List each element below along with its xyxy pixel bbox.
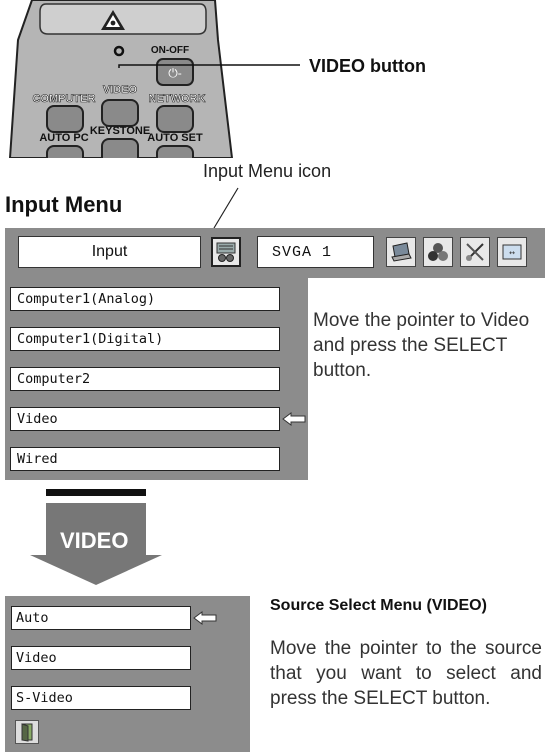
computer-button[interactable] (46, 105, 84, 133)
input-item-computer2[interactable]: Computer2 (10, 367, 280, 391)
source-item-auto[interactable]: Auto (11, 606, 191, 630)
source-item-video[interactable]: Video (11, 646, 191, 670)
display-mode-box: SVGA 1 (257, 236, 374, 268)
input-menu-title: Input Menu (5, 192, 123, 217)
input-label-box: Input (18, 236, 201, 268)
pointer-arrow-icon (282, 412, 306, 426)
svg-text:↔: ↔ (509, 249, 515, 257)
on-off-label: ON-OFF (151, 45, 189, 56)
input-menu-icon-label: Input Menu icon (203, 161, 332, 181)
source-select-title: Source Select Menu (VIDEO) (270, 597, 487, 614)
auto-set-button[interactable] (156, 145, 194, 160)
auto-set-label: AUTO SET (147, 132, 203, 144)
computer-label: COMPUTER (33, 93, 96, 105)
arrow-video-label: VIDEO (60, 528, 129, 553)
svg-text:⏻-: ⏻- (168, 66, 182, 80)
input-item-computer1-analog[interactable]: Computer1(Analog) (10, 287, 280, 311)
pointer-arrow-icon (193, 611, 217, 625)
scissors-icon[interactable] (460, 237, 490, 267)
source-select-panel: Auto Video S-Video (5, 596, 250, 752)
exit-door-icon[interactable] (15, 720, 39, 744)
network-button[interactable] (156, 105, 194, 133)
video-button[interactable] (101, 99, 139, 127)
source-item-s-video[interactable]: S-Video (11, 686, 191, 710)
video-label: VIDEO (103, 84, 138, 96)
input-item-video[interactable]: Video (10, 407, 280, 431)
keystone-button[interactable] (101, 138, 139, 160)
auto-pc-button[interactable] (46, 145, 84, 160)
keystone-label: KEYSTONE (90, 125, 150, 137)
computer-icon[interactable] (386, 237, 416, 267)
screen-icon[interactable]: ↔ (497, 237, 527, 267)
color-balls-icon[interactable] (423, 237, 453, 267)
video-button-callout: VIDEO button (309, 56, 426, 76)
remote-control: ON-OFF ⏻- COMPUTER VIDEO NETWORK AUTO PC… (8, 0, 300, 160)
network-label: NETWORK (149, 93, 206, 105)
auto-pc-label: AUTO PC (39, 132, 88, 144)
input-item-computer1-digital[interactable]: Computer1(Digital) (10, 327, 280, 351)
instruction-select-source: Move the pointer to the source that you … (270, 638, 542, 709)
input-menu-icon[interactable] (211, 237, 241, 267)
instruction-select-video: Move the pointer to Video and press the … (313, 310, 530, 381)
menu-bar: Input SVGA 1 ↔ (5, 228, 545, 278)
input-item-wired[interactable]: Wired (10, 447, 280, 471)
input-list-panel: Computer1(Analog) Computer1(Digital) Com… (5, 278, 308, 480)
